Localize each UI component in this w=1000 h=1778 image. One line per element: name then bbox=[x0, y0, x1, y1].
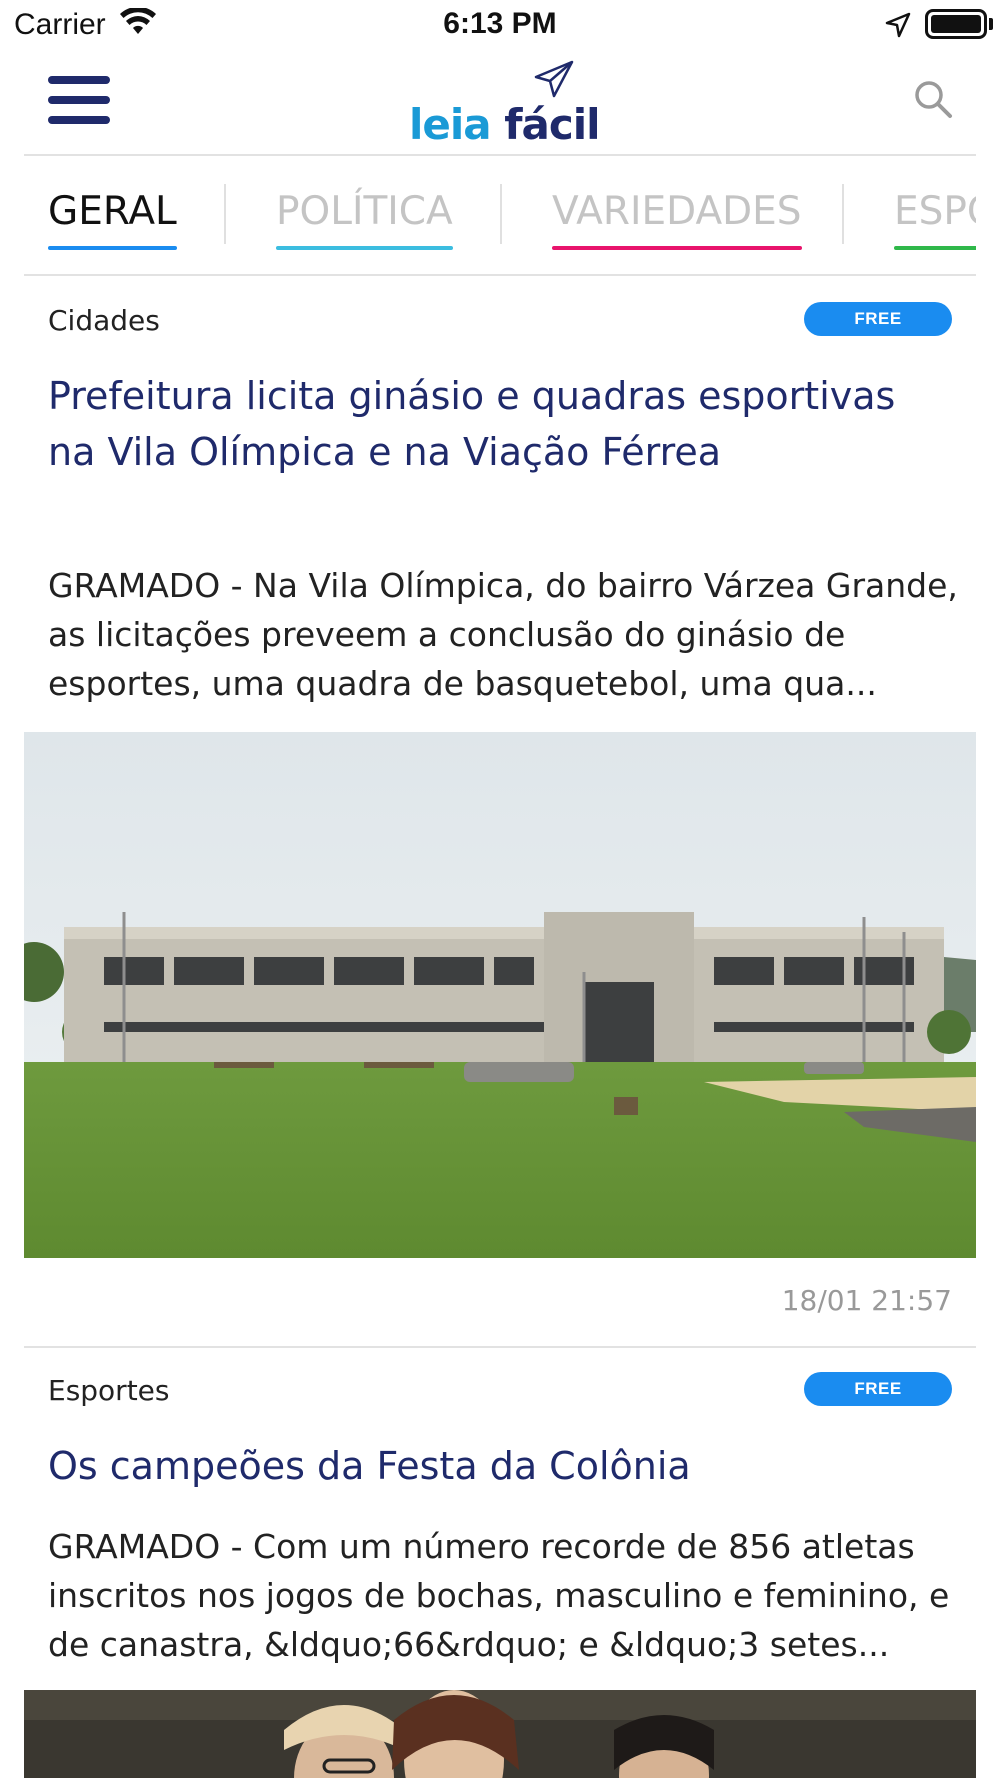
free-badge: FREE bbox=[804, 1372, 952, 1406]
category-tabs: GERAL POLÍTICA VARIEDADES ESPORTES bbox=[24, 156, 976, 276]
tab-politica[interactable]: POLÍTICA bbox=[276, 186, 453, 256]
article-title[interactable]: Os campeões da Festa da Colônia bbox=[48, 1438, 948, 1494]
tab-underline bbox=[276, 246, 453, 250]
article-summary: GRAMADO - Na Vila Olímpica, do bairro Vá… bbox=[48, 566, 958, 703]
article-photo[interactable] bbox=[24, 1690, 976, 1778]
tab-separator bbox=[500, 184, 502, 244]
article-card[interactable]: Cidades FREE Prefeitura licita ginásio e… bbox=[0, 278, 1000, 1348]
status-time: 6:13 PM bbox=[443, 7, 557, 40]
tab-esportes[interactable]: ESPORTES bbox=[894, 186, 976, 256]
tab-label: ESPORTES bbox=[894, 189, 976, 234]
tab-underline bbox=[48, 246, 177, 250]
tab-separator bbox=[842, 184, 844, 244]
free-badge: FREE bbox=[804, 302, 952, 336]
article-photo[interactable] bbox=[24, 732, 976, 1258]
app-header: leia fácil bbox=[24, 50, 976, 156]
leia-facil-logo: leia fácil bbox=[409, 60, 609, 150]
article-section: Esportes bbox=[48, 1374, 170, 1407]
article-timestamp: 18/01 21:57 bbox=[781, 1284, 952, 1317]
tab-underline bbox=[894, 246, 976, 250]
tab-label: GERAL bbox=[48, 189, 177, 234]
battery-icon bbox=[925, 9, 987, 39]
search-icon[interactable] bbox=[912, 78, 956, 122]
tab-label: VARIEDADES bbox=[552, 189, 802, 234]
battery-tip bbox=[989, 18, 993, 30]
tab-variedades[interactable]: VARIEDADES bbox=[552, 186, 802, 256]
tab-label: POLÍTICA bbox=[276, 189, 453, 234]
article-summary: GRAMADO - Com um número recorde de 856 a… bbox=[48, 1527, 950, 1664]
article-section: Cidades bbox=[48, 304, 160, 337]
article-title[interactable]: Prefeitura licita ginásio e quadras espo… bbox=[48, 368, 948, 480]
article-card[interactable]: Esportes FREE Os campeões da Festa da Co… bbox=[0, 1348, 1000, 1778]
tab-geral[interactable]: GERAL bbox=[48, 186, 177, 256]
tab-separator bbox=[224, 184, 226, 244]
status-bar: Carrier 6:13 PM bbox=[0, 0, 1000, 50]
logo-leia-text: leia bbox=[409, 100, 492, 149]
tab-underline bbox=[552, 246, 802, 250]
logo-facil-text: fácil bbox=[504, 100, 600, 149]
hamburger-menu-icon[interactable] bbox=[48, 76, 110, 126]
location-arrow-icon bbox=[885, 12, 911, 42]
paper-plane-icon bbox=[534, 60, 574, 98]
